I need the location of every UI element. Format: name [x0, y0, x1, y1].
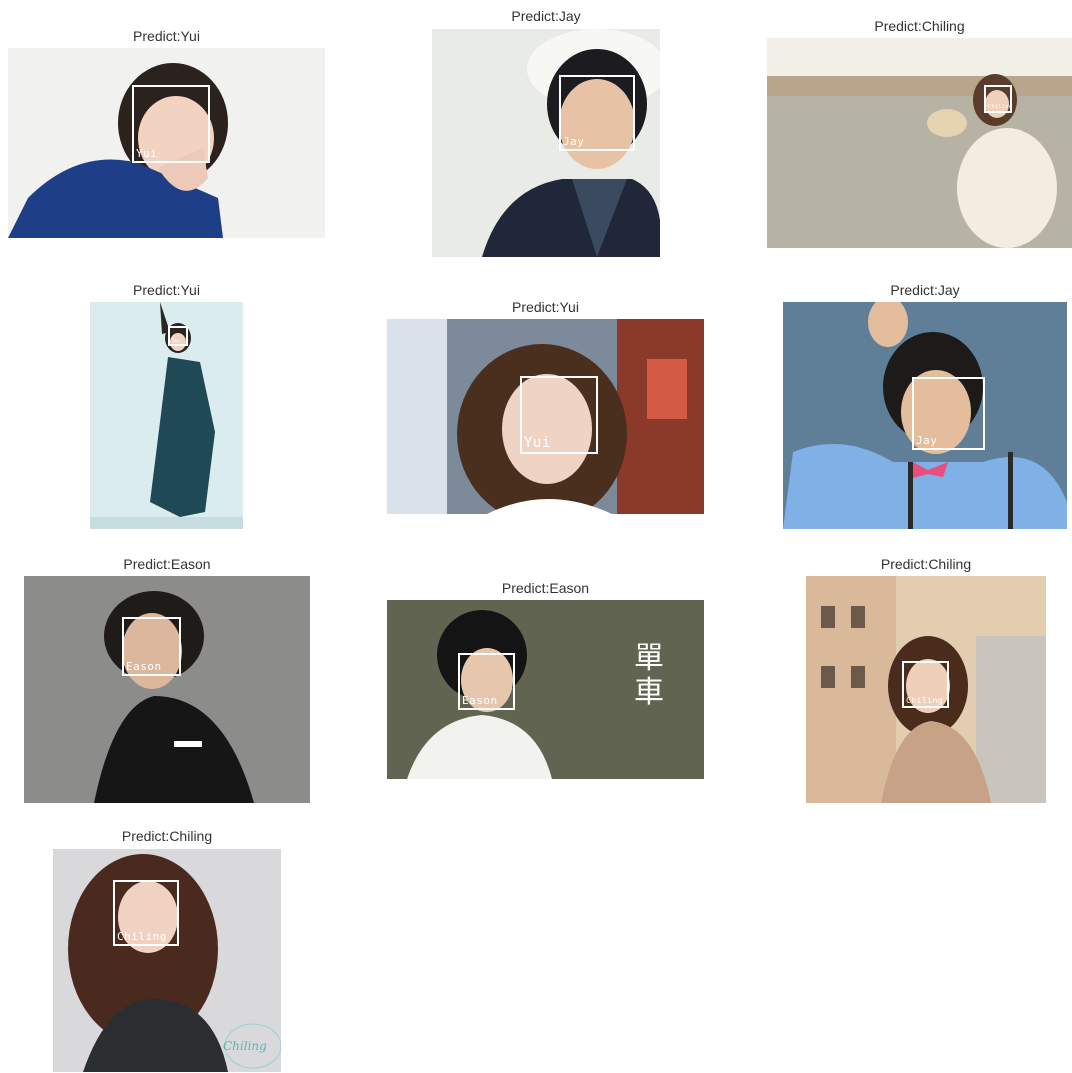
prediction-panel: Predict:Jay Jay	[432, 8, 660, 257]
panel-title: Predict:Eason	[501, 580, 590, 596]
face-label: Chiling	[988, 104, 1013, 110]
poster-character: 車	[634, 675, 664, 710]
face-bounding-box: Yui	[132, 85, 210, 163]
face-label: Jay	[563, 135, 585, 148]
face-bounding-box: Jay	[559, 75, 635, 151]
face-label: Chiling	[906, 696, 944, 705]
panel-title: Predict:Eason	[123, 556, 211, 572]
photo: Yui	[8, 48, 325, 238]
face-label: Yui	[172, 338, 181, 343]
prediction-panel: Predict:Chiling Chiling Chiling	[53, 828, 281, 1073]
prediction-panel: Predict:Eason Eason	[24, 556, 310, 803]
face-bounding-box: Eason	[122, 617, 181, 676]
prediction-panel: Predict:Yui Yui	[387, 299, 704, 514]
prediction-panel: Predict:Chiling Chiling	[806, 556, 1046, 803]
photo: Yui	[387, 319, 704, 514]
panel-title: Predict:Yui	[133, 282, 200, 298]
panel-title: Predict:Yui	[512, 299, 579, 315]
poster-character: 單	[634, 641, 664, 676]
face-label: Eason	[462, 694, 498, 707]
panel-title: Predict:Chiling	[880, 556, 972, 572]
photo: Jay	[432, 29, 660, 257]
photo: Yui	[90, 302, 243, 529]
face-bounding-box: Yui	[168, 326, 188, 346]
prediction-panel: Predict:Yui Yui	[90, 282, 243, 529]
panel-title: Predict:Jay	[511, 8, 581, 24]
face-label: Eason	[126, 660, 162, 673]
face-label: Yui	[524, 435, 551, 451]
face-bounding-box: Chiling	[984, 85, 1012, 113]
prediction-panel: Predict:Eason Eason 單 車	[387, 580, 704, 779]
photo: Jay	[783, 302, 1067, 529]
prediction-panel: Predict:Yui Yui	[8, 28, 325, 238]
prediction-panel: Predict:Jay Jay	[783, 282, 1067, 529]
photo: Chiling	[767, 38, 1072, 248]
photo: Eason	[24, 576, 310, 803]
face-bounding-box: Eason	[458, 653, 515, 710]
photo: Chiling Chiling	[53, 849, 281, 1072]
face-label: Chiling	[117, 930, 167, 943]
panel-title: Predict:Chiling	[121, 828, 213, 844]
panel-title: Predict:Jay	[890, 282, 960, 298]
face-bounding-box: Chiling	[902, 661, 949, 708]
face-bounding-box: Yui	[520, 376, 598, 454]
panel-title: Predict:Chiling	[874, 18, 965, 34]
photo: Chiling	[806, 576, 1046, 803]
photo: Eason 單 車	[387, 600, 704, 779]
prediction-panel: Predict:Chiling Chiling	[767, 18, 1072, 248]
face-bounding-box: Chiling	[113, 880, 179, 946]
panel-title: Predict:Yui	[133, 28, 200, 44]
face-bounding-box: Jay	[912, 377, 985, 450]
signature: Chiling	[223, 1039, 267, 1053]
face-label: Jay	[916, 434, 938, 447]
face-label: Yui	[136, 147, 158, 160]
